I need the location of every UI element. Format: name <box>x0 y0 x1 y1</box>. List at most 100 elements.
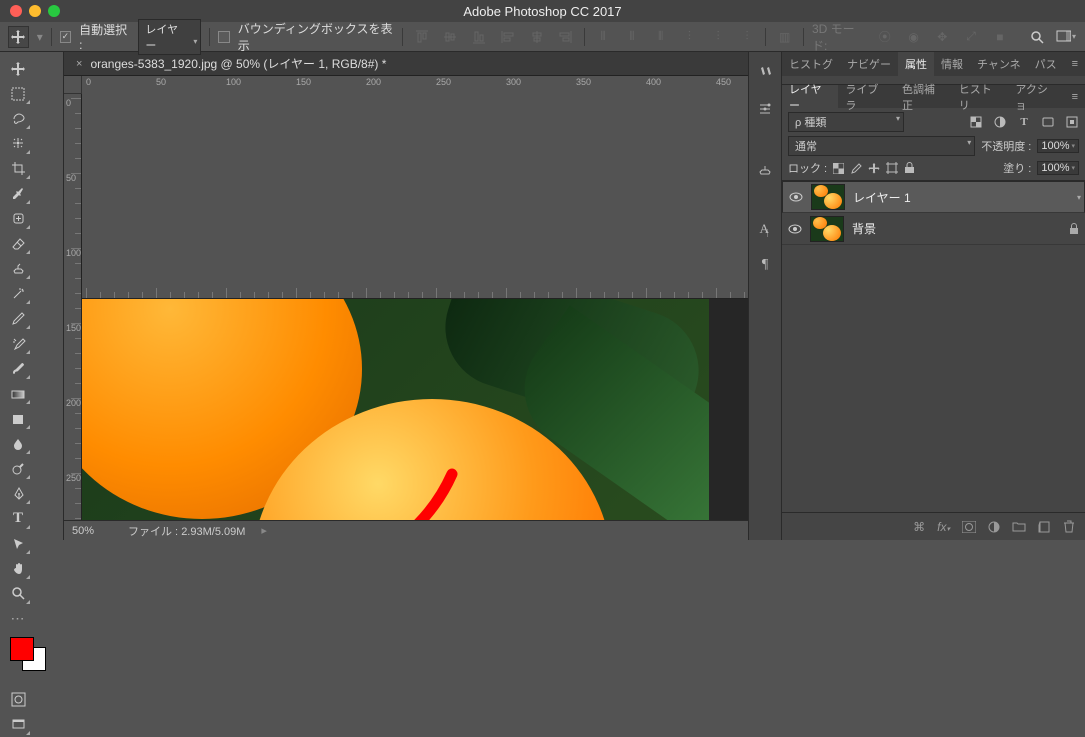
healing-brush-tool[interactable] <box>4 206 32 231</box>
shape-tool[interactable] <box>4 406 32 431</box>
distribute-hcenter-icon: ⫶ <box>708 26 729 48</box>
blend-mode-dropdown[interactable]: 通常 <box>788 136 975 156</box>
filter-adjustment-icon[interactable] <box>993 115 1007 129</box>
layer-row[interactable]: 背景 <box>782 213 1085 245</box>
move-tool[interactable] <box>4 56 32 81</box>
lock-transparency-icon[interactable] <box>833 163 844 174</box>
blur-tool[interactable] <box>4 431 32 456</box>
lock-pixels-icon[interactable] <box>850 162 862 174</box>
eraser-tool[interactable] <box>4 231 32 256</box>
layer-thumbnail[interactable] <box>811 184 845 210</box>
hand-tool[interactable] <box>4 556 32 581</box>
search-icon[interactable] <box>1026 26 1047 48</box>
dodge-tool[interactable] <box>4 456 32 481</box>
pencil-tool[interactable] <box>4 306 32 331</box>
panel-tab-0[interactable]: ヒストグ <box>782 52 840 76</box>
quick-select-tool[interactable] <box>4 131 32 156</box>
layer-name[interactable]: レイヤー 1 <box>853 189 1078 206</box>
link-layers-icon[interactable]: ⌘ <box>913 520 925 534</box>
eyedropper-tool[interactable] <box>4 181 32 206</box>
bounding-box-checkbox[interactable] <box>218 31 229 43</box>
filter-smart-icon[interactable] <box>1065 115 1079 129</box>
layers-tab-2[interactable]: 色調補正 <box>895 85 952 108</box>
maximize-window-button[interactable] <box>48 5 60 17</box>
layers-tab-4[interactable]: アクショ <box>1008 85 1064 108</box>
path-select-tool[interactable] <box>4 531 32 556</box>
new-layer-icon[interactable] <box>1038 521 1051 533</box>
filter-type-icon[interactable]: T <box>1017 115 1031 129</box>
auto-select-dropdown[interactable]: レイヤー <box>138 19 201 55</box>
paragraph-panel-icon[interactable]: ¶ <box>754 254 776 276</box>
brush-presets-panel-icon[interactable] <box>754 98 776 120</box>
lock-artboard-icon[interactable] <box>886 162 898 174</box>
lock-all-icon[interactable] <box>904 162 915 174</box>
fill-field[interactable]: 100% <box>1037 161 1079 175</box>
ruler-vertical[interactable]: 050100150200250 <box>64 94 82 520</box>
threed-slide-icon: ⤢ <box>961 26 982 48</box>
layer-row[interactable]: レイヤー 1 <box>782 181 1085 213</box>
layer-visibility-icon[interactable] <box>789 192 803 202</box>
adjustment-layer-icon[interactable] <box>988 521 1000 533</box>
opacity-field[interactable]: 100% <box>1037 139 1079 153</box>
filter-pixel-icon[interactable] <box>969 115 983 129</box>
clone-stamp-tool[interactable] <box>4 256 32 281</box>
ruler-horizontal[interactable]: 050100150200250300350400450 <box>82 76 748 299</box>
zoom-level[interactable]: 50% <box>72 525 112 537</box>
auto-select-checkbox[interactable] <box>60 31 71 43</box>
screen-mode-icon[interactable] <box>4 712 32 737</box>
brushes-panel-icon[interactable] <box>754 62 776 84</box>
zoom-tool[interactable] <box>4 581 32 606</box>
close-window-button[interactable] <box>10 5 22 17</box>
magic-wand-tool[interactable] <box>4 281 32 306</box>
lasso-tool[interactable] <box>4 106 32 131</box>
workspace-switcher-icon[interactable]: ▾ <box>1055 26 1077 48</box>
canvas-viewport[interactable] <box>82 299 748 521</box>
lock-position-icon[interactable] <box>868 162 880 174</box>
color-swatches[interactable] <box>4 637 59 673</box>
panel-tab-3[interactable]: 情報 <box>934 52 970 76</box>
layers-list: レイヤー 1 背景 <box>782 180 1085 245</box>
document-tab[interactable]: × oranges-5383_1920.jpg @ 50% (レイヤー 1, R… <box>64 52 748 76</box>
filter-shape-icon[interactable] <box>1041 115 1055 129</box>
layers-tab-0[interactable]: レイヤー <box>782 85 838 108</box>
edit-toolbar-icon[interactable]: ⋯ <box>4 606 32 631</box>
panel-tab-4[interactable]: チャンネ <box>970 52 1028 76</box>
panel-menu-icon[interactable]: ≡ <box>1065 52 1085 76</box>
layer-group-icon[interactable] <box>1012 521 1026 532</box>
layers-tab-3[interactable]: ヒストリ <box>952 85 1009 108</box>
layer-mask-icon[interactable] <box>962 521 976 533</box>
layer-visibility-icon[interactable] <box>788 224 802 234</box>
pen-tool[interactable] <box>4 481 32 506</box>
status-menu-icon[interactable]: ▸ <box>261 524 267 537</box>
layers-panel-menu-icon[interactable]: ≡ <box>1065 85 1085 108</box>
panel-tab-5[interactable]: パス <box>1028 52 1064 76</box>
canvas[interactable] <box>82 299 709 521</box>
panel-tab-2[interactable]: 属性 <box>898 52 934 76</box>
character-panel-icon[interactable]: A| <box>754 218 776 240</box>
layers-panel-footer: ⌘ fx▾ <box>782 512 1085 540</box>
marquee-tool[interactable] <box>4 81 32 106</box>
layer-fx-icon[interactable]: fx▾ <box>937 520 950 534</box>
gradient-tool[interactable] <box>4 381 32 406</box>
layer-filter-dropdown[interactable]: ρ 種類 <box>788 112 904 132</box>
foreground-color-swatch[interactable] <box>10 637 34 661</box>
threed-roll-icon: ◉ <box>903 26 924 48</box>
clone-source-panel-icon[interactable] <box>754 158 776 180</box>
layers-tab-1[interactable]: ライブラ <box>838 85 895 108</box>
close-tab-icon[interactable]: × <box>76 58 82 70</box>
move-tool-indicator[interactable] <box>8 26 29 48</box>
minimize-window-button[interactable] <box>29 5 41 17</box>
status-file-info[interactable]: ファイル : 2.93M/5.09M <box>128 523 245 539</box>
layer-thumbnail[interactable] <box>810 216 844 242</box>
app-title: Adobe Photoshop CC 2017 <box>0 4 1085 19</box>
quick-mask-icon[interactable] <box>4 687 32 712</box>
panel-tab-1[interactable]: ナビゲー <box>840 52 898 76</box>
brush-tool[interactable] <box>4 356 32 381</box>
layer-name[interactable]: 背景 <box>852 220 1061 237</box>
threed-orbit-icon: ⦿ <box>874 26 895 48</box>
delete-layer-icon[interactable] <box>1063 520 1075 533</box>
type-tool[interactable]: T <box>4 506 32 531</box>
collapsed-panels-rail: A| ¶ <box>748 52 782 540</box>
history-brush-tool[interactable] <box>4 331 32 356</box>
crop-tool[interactable] <box>4 156 32 181</box>
